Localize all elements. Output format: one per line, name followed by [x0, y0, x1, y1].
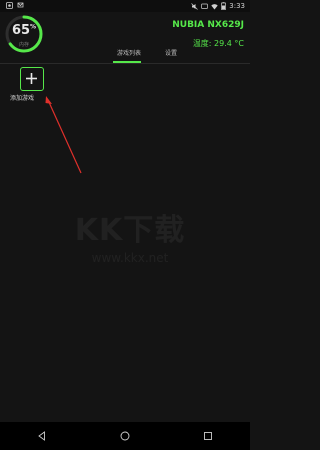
watermark: KK下载 www.kkx.net	[70, 205, 190, 265]
back-icon[interactable]	[37, 431, 47, 441]
home-icon[interactable]	[120, 431, 130, 441]
recents-icon[interactable]	[203, 431, 213, 441]
watermark-brand: KK下载	[74, 213, 186, 248]
watermark-url: www.kkx.net	[91, 251, 169, 265]
navigation-bar	[0, 422, 250, 450]
